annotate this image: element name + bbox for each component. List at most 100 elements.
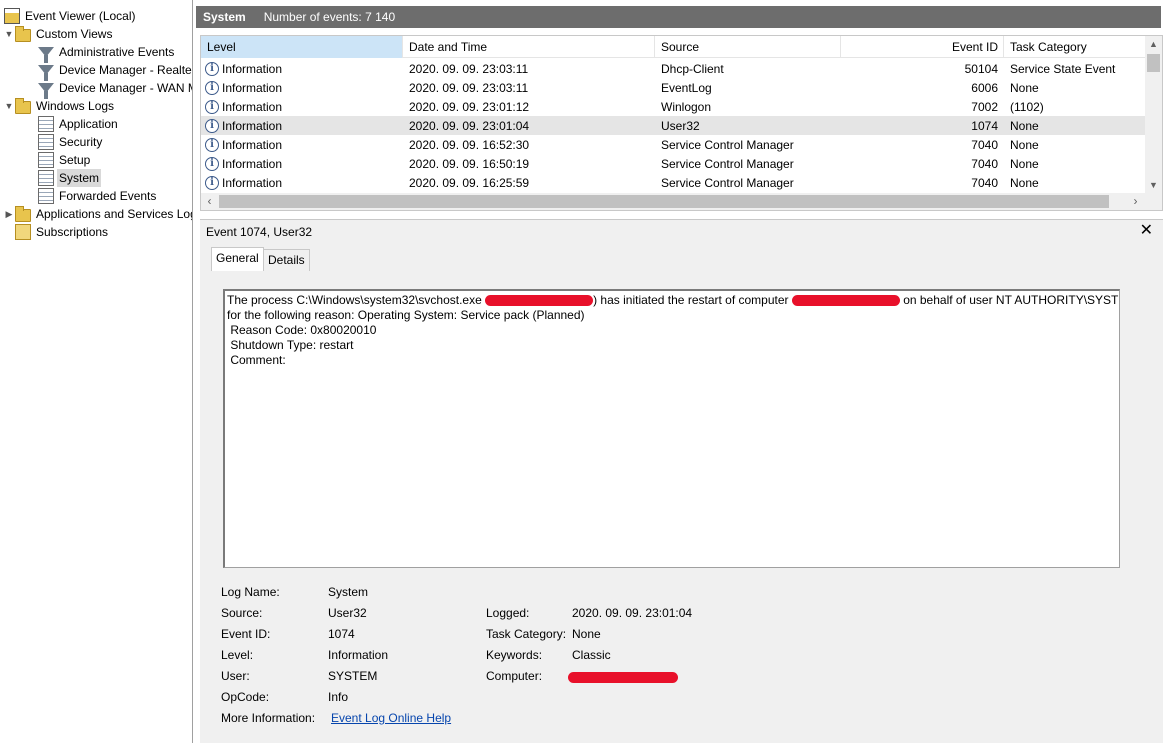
tab-details[interactable]: Details bbox=[263, 249, 310, 271]
log-title: System bbox=[203, 10, 246, 24]
task-category-cell: None bbox=[1010, 118, 1039, 133]
table-row[interactable]: i Information 2020. 09. 09. 16:52:30 Servic… bbox=[201, 135, 1145, 154]
tree-item-device-manager-wan[interactable]: Device Manager - WAN Miniport bbox=[38, 79, 192, 99]
tree-item-subscriptions[interactable]: Subscriptions bbox=[15, 223, 110, 241]
level-text: Information bbox=[222, 175, 283, 190]
task-category-cell: None bbox=[1010, 137, 1039, 152]
scroll-thumb[interactable] bbox=[219, 195, 1109, 208]
keywords-value: Classic bbox=[572, 648, 611, 662]
table-header: Level Date and Time Source Event ID Task… bbox=[201, 36, 1162, 58]
vertical-scrollbar[interactable]: ▲ ▼ bbox=[1145, 36, 1162, 194]
close-icon[interactable]: ✕ bbox=[1140, 222, 1153, 240]
message-text: for the following reason: Operating Syst… bbox=[227, 308, 585, 322]
filter-icon bbox=[38, 47, 54, 63]
events-table: Level Date and Time Source Event ID Task… bbox=[200, 35, 1163, 211]
event-id-cell: 50104 bbox=[964, 61, 998, 76]
source-cell: Winlogon bbox=[661, 99, 712, 114]
column-header-task-category[interactable]: Task Category bbox=[1004, 36, 1145, 58]
table-row[interactable]: i Information 2020. 09. 09. 23:01:12 Winlog… bbox=[201, 97, 1145, 116]
event-message[interactable]: The process C:\Windows\system32\svchost.… bbox=[223, 289, 1120, 568]
event-id-value: 1074 bbox=[328, 627, 355, 641]
level-text: Information bbox=[222, 118, 283, 133]
information-icon: i bbox=[205, 61, 219, 76]
information-icon: i bbox=[205, 175, 219, 190]
date-cell: 2020. 09. 09. 16:50:19 bbox=[409, 156, 530, 171]
tree-item-forwarded-events[interactable]: Forwarded Events bbox=[38, 187, 158, 205]
navigation-tree: Event Viewer (Local) ▼ Custom Views Admi… bbox=[0, 0, 193, 743]
source-cell: Service Control Manager bbox=[661, 156, 794, 171]
opcode-label: OpCode: bbox=[221, 690, 270, 704]
tree-item-system[interactable]: System bbox=[38, 169, 102, 187]
logged-value: 2020. 09. 09. 23:01:04 bbox=[572, 606, 693, 620]
tree-item-custom-views[interactable]: ▼ Custom Views bbox=[3, 25, 114, 43]
tab-general[interactable]: General bbox=[211, 247, 264, 271]
information-icon: i bbox=[205, 156, 219, 171]
date-cell: 2020. 09. 09. 16:25:59 bbox=[409, 175, 530, 190]
scroll-up-icon[interactable]: ▲ bbox=[1145, 36, 1162, 53]
tree-item-security[interactable]: Security bbox=[38, 133, 104, 151]
collapse-arrow-icon[interactable]: ▼ bbox=[3, 97, 15, 115]
tree-item-administrative-events[interactable]: Administrative Events bbox=[38, 43, 176, 63]
log-icon bbox=[38, 134, 54, 150]
message-text: Reason Code: 0x80020010 bbox=[227, 323, 377, 337]
opcode-value: Info bbox=[328, 690, 349, 704]
tree-root-event-viewer[interactable]: Event Viewer (Local) bbox=[4, 7, 138, 25]
table-row[interactable]: i Information 2020. 09. 09. 16:25:59 Servic… bbox=[201, 173, 1145, 192]
redaction-mark bbox=[568, 672, 678, 684]
task-category-cell: None bbox=[1010, 80, 1039, 95]
level-text: Information bbox=[222, 99, 283, 114]
redaction-mark bbox=[791, 295, 900, 307]
tree-item-windows-logs[interactable]: ▼ Windows Logs bbox=[3, 97, 116, 115]
user-value: SYSTEM bbox=[328, 669, 378, 683]
column-header-date[interactable]: Date and Time bbox=[403, 36, 655, 58]
task-category-label: Task Category: bbox=[486, 627, 567, 641]
task-category-cell: None bbox=[1010, 156, 1039, 171]
table-row[interactable]: i Information 2020. 09. 09. 23:03:11 EventL… bbox=[201, 78, 1145, 97]
user-label: User: bbox=[221, 669, 250, 683]
task-category-cell: Service State Event bbox=[1010, 61, 1116, 76]
detail-title: Event 1074, User32 bbox=[206, 225, 313, 239]
level-cell: i Information bbox=[201, 80, 403, 95]
folder-icon bbox=[15, 25, 31, 42]
filter-icon bbox=[38, 65, 54, 81]
column-header-source[interactable]: Source bbox=[655, 36, 841, 58]
tree-item-setup[interactable]: Setup bbox=[38, 151, 92, 169]
table-row[interactable]: i Information 2020. 09. 09. 23:01:04 User32… bbox=[201, 116, 1145, 135]
source-cell: EventLog bbox=[661, 80, 712, 95]
level-cell: i Information bbox=[201, 61, 403, 76]
event-viewer-icon bbox=[4, 8, 20, 24]
information-icon: i bbox=[205, 80, 219, 95]
information-icon: i bbox=[205, 118, 219, 133]
expand-arrow-icon[interactable]: ▶ bbox=[3, 205, 15, 223]
tree-item-apps-services-logs[interactable]: ▶ Applications and Services Logs bbox=[3, 205, 192, 223]
computer-value bbox=[568, 668, 678, 684]
date-cell: 2020. 09. 09. 23:01:04 bbox=[409, 118, 530, 133]
tree-item-application[interactable]: Application bbox=[38, 115, 120, 133]
log-icon bbox=[38, 170, 54, 186]
log-name-label: Log Name: bbox=[221, 585, 280, 599]
level-text: Information bbox=[222, 61, 283, 76]
information-icon: i bbox=[205, 137, 219, 152]
level-text: Information bbox=[222, 137, 283, 152]
tree-item-device-manager-realtek[interactable]: Device Manager - Realtek bbox=[38, 61, 192, 81]
online-help-link[interactable]: Event Log Online Help bbox=[331, 710, 451, 726]
date-cell: 2020. 09. 09. 23:01:12 bbox=[409, 99, 530, 114]
column-header-event-id[interactable]: Event ID bbox=[841, 36, 1004, 58]
scroll-thumb[interactable] bbox=[1147, 54, 1160, 72]
scroll-left-icon[interactable]: ‹ bbox=[201, 193, 218, 210]
date-cell: 2020. 09. 09. 23:03:11 bbox=[409, 61, 529, 76]
log-icon bbox=[38, 188, 54, 204]
scroll-right-icon[interactable]: › bbox=[1127, 193, 1144, 210]
event-id-cell: 6006 bbox=[971, 80, 998, 95]
table-row[interactable]: i Information 2020. 09. 09. 23:03:11 Dhcp-C… bbox=[201, 59, 1145, 78]
log-name-value: System bbox=[328, 585, 369, 599]
horizontal-scrollbar[interactable]: ‹ › bbox=[201, 193, 1162, 210]
log-header: System Number of events: 7 140 bbox=[196, 6, 1161, 28]
collapse-arrow-icon[interactable]: ▼ bbox=[3, 25, 15, 43]
event-id-cell: 7040 bbox=[971, 156, 998, 171]
scroll-down-icon[interactable]: ▼ bbox=[1145, 177, 1162, 194]
source-cell: Dhcp-Client bbox=[661, 61, 724, 76]
column-header-level[interactable]: Level bbox=[201, 36, 403, 58]
table-row[interactable]: i Information 2020. 09. 09. 16:50:19 Servic… bbox=[201, 154, 1145, 173]
level-value: Information bbox=[328, 648, 389, 662]
